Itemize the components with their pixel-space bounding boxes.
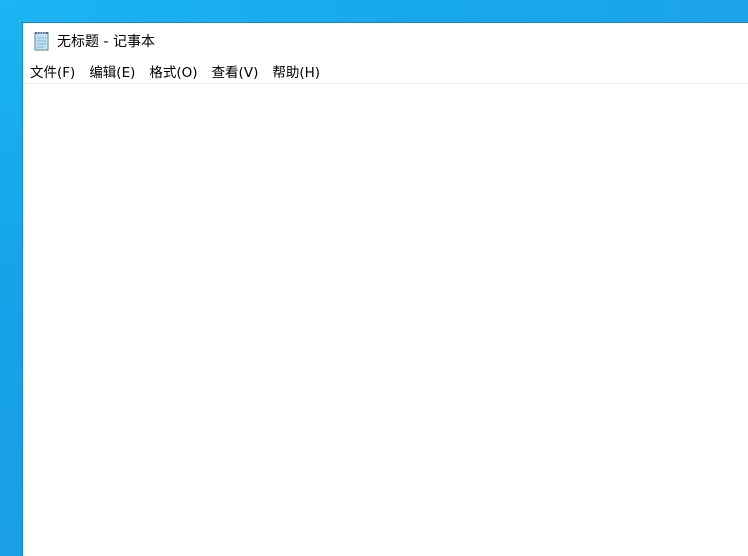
window-title: 无标题 - 记事本 — [57, 34, 155, 50]
menu-bar: 文件(F) 编辑(E) 格式(O) 查看(V) 帮助(H) — [23, 59, 748, 84]
menu-edit[interactable]: 编辑(E) — [82, 59, 142, 83]
title-bar[interactable]: 无标题 - 记事本 — [23, 23, 748, 59]
notepad-window[interactable]: 无标题 - 记事本 文件(F) 编辑(E) 格式(O) 查看(V) 帮助(H) — [22, 22, 748, 556]
menu-file[interactable]: 文件(F) — [23, 59, 82, 83]
desktop-background-top — [0, 0, 748, 22]
notepad-icon[interactable] — [31, 30, 53, 52]
menu-format[interactable]: 格式(O) — [142, 59, 204, 83]
text-editor-area[interactable] — [23, 84, 748, 556]
menu-help[interactable]: 帮助(H) — [265, 59, 327, 83]
menu-view[interactable]: 查看(V) — [205, 59, 266, 83]
desktop-background-left — [0, 0, 22, 556]
